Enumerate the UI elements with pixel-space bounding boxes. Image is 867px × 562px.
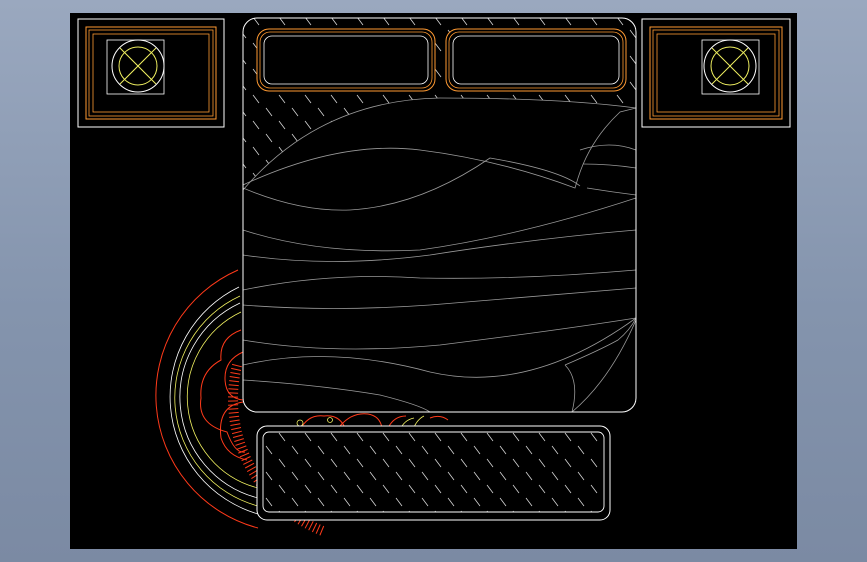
bench[interactable] <box>256 425 611 521</box>
rug-fringe-tick <box>228 408 239 410</box>
pillow-left <box>256 28 436 92</box>
cad-drawing[interactable] <box>0 0 867 562</box>
cad-viewport[interactable] <box>0 0 867 562</box>
pillow-right <box>445 28 627 92</box>
bed[interactable] <box>242 17 637 413</box>
rug-fringe-tick <box>228 388 239 390</box>
